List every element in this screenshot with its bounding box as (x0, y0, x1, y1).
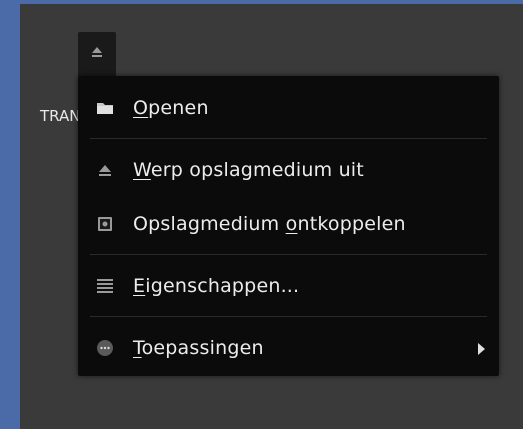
eject-icon (92, 47, 102, 57)
menu-item-label: Toepassingen (133, 337, 264, 359)
drive-label-line-1: TRAN (40, 107, 81, 125)
applications-icon (97, 340, 113, 356)
menu-item-label: Eigenschappen... (133, 275, 300, 297)
submenu-arrow-icon (478, 343, 485, 355)
menu-item-label: Opslagmedium ontkoppelen (133, 213, 406, 235)
menu-item-eject[interactable]: Werp opslagmedium uit (78, 148, 499, 192)
menu-item-label: Werp opslagmedium uit (133, 159, 364, 181)
properties-icon (97, 279, 113, 293)
menu-separator (90, 138, 487, 139)
menu-separator (90, 316, 487, 317)
menu-item-applications[interactable]: Toepassingen (78, 326, 499, 370)
menu-item-properties[interactable]: Eigenschappen... (78, 264, 499, 308)
drive-icon (98, 217, 112, 231)
menu-separator (90, 254, 487, 255)
menu-item-unmount[interactable]: Opslagmedium ontkoppelen (78, 202, 499, 246)
folder-icon (97, 103, 113, 114)
eject-icon (99, 165, 111, 176)
drive-desktop-icon[interactable] (78, 32, 116, 80)
menu-item-open[interactable]: Openen (78, 86, 499, 130)
menu-item-label: Openen (133, 97, 209, 119)
context-menu: Openen Werp opslagmedium uit Opslagmediu… (78, 76, 499, 376)
